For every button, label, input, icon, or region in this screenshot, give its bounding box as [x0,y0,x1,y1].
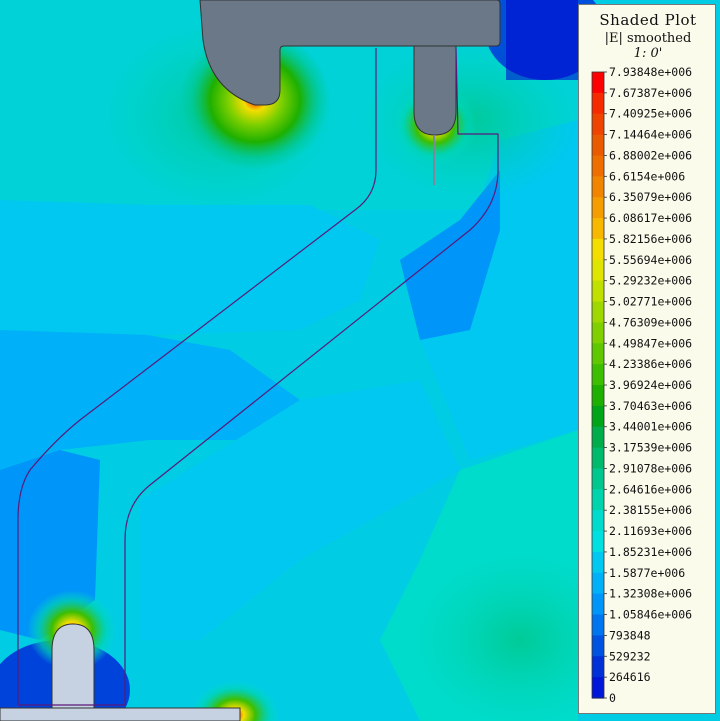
colorbar-label: 4.49847e+006 [609,336,692,350]
colorbar-swatch [592,218,604,240]
colorbar-swatch [592,656,604,678]
colorbar-swatch [592,280,604,303]
colorbar-label: 4.23386e+006 [609,357,692,371]
colorbar-label: 2.38155e+006 [609,503,692,517]
colorbar-label: 6.6154e+006 [609,169,685,183]
colorbar-label: 264616 [609,670,651,684]
colorbar-label: 2.64616e+006 [609,482,692,496]
colorbar-swatch [592,426,604,449]
colorbar-swatch [592,405,604,428]
colorbar-swatch [592,301,604,323]
colorbar-label: 1.32308e+006 [609,587,692,601]
colorbar-swatch [592,238,604,261]
colorbar-label: 4.76309e+006 [609,315,692,329]
colorbar-swatch [592,72,604,94]
colorbar-label: 7.67387e+006 [609,86,692,100]
colorbar-label: 1.5877e+006 [609,566,685,580]
colorbar-swatch [592,510,604,532]
colorbar-label: 5.29232e+006 [609,274,692,288]
colorbar-label: 7.40925e+006 [609,107,692,121]
colorbar-swatch [592,385,604,407]
colorbar-label: 6.08617e+006 [609,211,692,225]
colorbar-label: 3.17539e+006 [609,441,692,455]
colorbar-label: 5.55694e+006 [609,253,692,267]
colorbar-label: 7.93848e+006 [609,65,692,79]
colorbar: 7.93848e+006 7.67387e+006 7.40925e+006 7.14… [591,65,692,705]
colorbar-label: 5.02771e+006 [609,295,692,309]
colorbar-label: 2.11693e+006 [609,524,692,538]
colorbar-label: 793848 [609,628,651,642]
colorbar-label: 1.85231e+006 [609,545,692,559]
conductor-bottom-base [0,707,241,721]
colorbar-swatch [592,447,604,470]
colorbar-swatch [592,593,604,616]
colorbar-swatch [592,531,604,553]
colorbar-swatch [592,635,604,657]
colorbar-swatch [592,551,604,574]
colorbar-label: 3.96924e+006 [609,378,692,392]
colorbar-label: 6.88002e+006 [609,148,692,162]
colorbar-label: 7.14464e+006 [609,128,692,142]
colorbar-swatch [592,92,604,115]
colorbar-swatch [592,364,604,386]
colorbar-label: 6.35079e+006 [609,190,692,204]
colorbar-swatch [592,343,604,365]
conductor-top-right [413,45,457,136]
colorbar-label: 3.44001e+006 [609,420,692,434]
colorbar-label: 2.91078e+006 [609,461,692,475]
colorbar-swatch [592,677,604,699]
colorbar-swatch [592,572,604,595]
colorbar-label: 1.05846e+006 [609,608,692,622]
colorbar-swatch [592,489,604,511]
conductor-bottom-left [51,623,95,721]
color-legend: Shaded Plot |E| smoothed 1: 0' 7.93848e+… [578,4,716,714]
colorbar-swatch [592,468,604,490]
colorbar-swatch [592,259,604,282]
colorbar-label: 3.70463e+006 [609,399,692,413]
colorbar-swatch [592,614,604,636]
colorbar-swatch [592,197,604,219]
colorbar-swatch [592,155,604,177]
conductor-top-right-block [506,0,578,80]
colorbar-swatch [592,322,604,344]
colorbar-label: 5.82156e+006 [609,232,692,246]
colorbar-swatch [592,134,604,157]
colorbar-swatch [592,113,604,136]
colorbar-swatch [592,176,604,198]
field-region-mid-band [0,200,380,335]
colorbar-label: 529232 [609,649,651,663]
colorbar-label: 0 [609,691,616,705]
